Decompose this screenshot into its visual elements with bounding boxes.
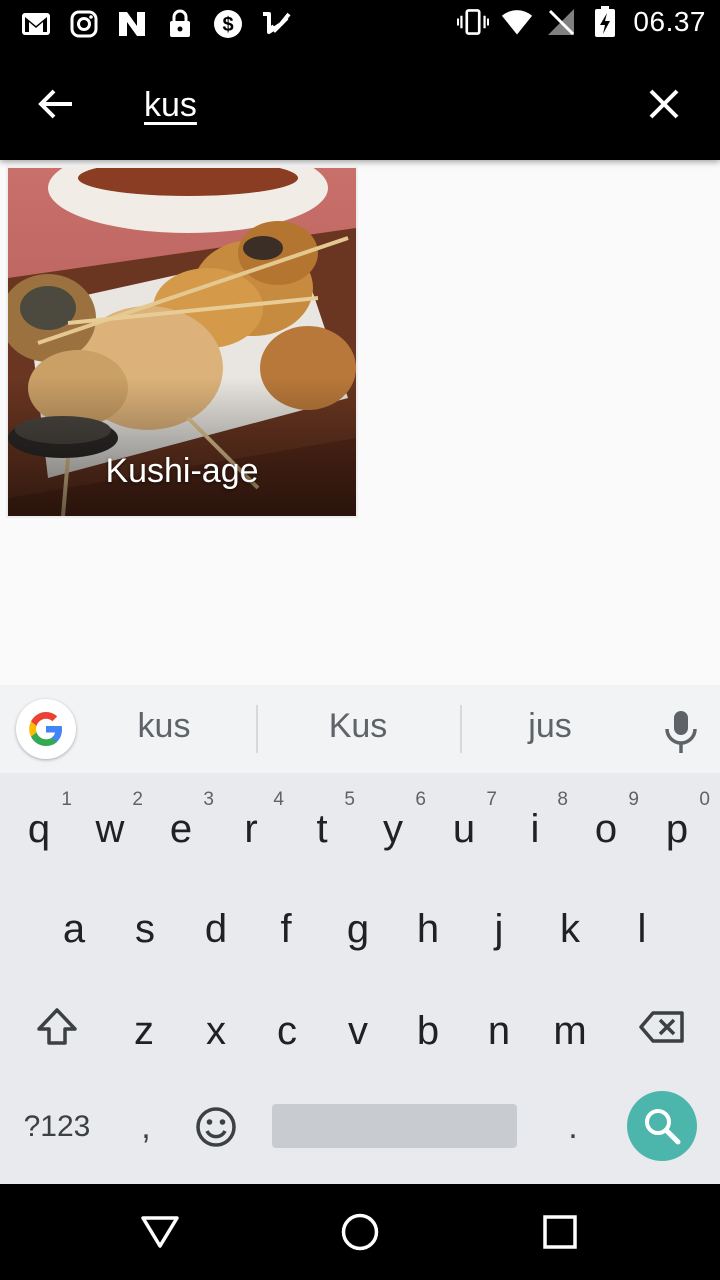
key-q[interactable]: q1 (4, 775, 74, 875)
svg-text:$: $ (222, 14, 233, 36)
nav-home-button[interactable] (336, 1208, 384, 1256)
key-b[interactable]: b (393, 977, 463, 1077)
key-l[interactable]: l (607, 875, 677, 975)
key-m[interactable]: m (535, 977, 605, 1077)
search-action-key[interactable] (627, 1091, 697, 1161)
smiley-icon (196, 1107, 236, 1147)
key-d[interactable]: d (181, 875, 251, 975)
key-h[interactable]: h (393, 875, 463, 975)
search-input[interactable] (144, 78, 604, 132)
microphone-icon[interactable] (656, 707, 706, 757)
key-e[interactable]: e3 (146, 775, 216, 875)
shift-icon (37, 1008, 77, 1045)
key-x[interactable]: x (181, 977, 251, 1077)
key-a[interactable]: a (39, 875, 109, 975)
comma-key[interactable]: , (118, 1085, 174, 1169)
close-icon (649, 89, 679, 119)
shift-key[interactable] (17, 977, 97, 1077)
back-triangle-icon (141, 1216, 179, 1248)
suggestion-divider (460, 705, 462, 753)
vibrate-icon (457, 6, 490, 38)
result-card[interactable]: Kushi-age (8, 168, 356, 516)
suggestion-bar: kus Kus jus (0, 685, 720, 773)
nav-back-button[interactable] (136, 1208, 184, 1256)
navigation-bar (0, 1184, 720, 1280)
suggestion-3[interactable]: jus (470, 707, 630, 746)
lock-icon (164, 8, 196, 40)
search-icon (645, 1109, 681, 1145)
gmail-icon (20, 8, 52, 40)
back-button[interactable] (28, 80, 84, 128)
key-u[interactable]: u7 (429, 775, 499, 875)
arrow-left-icon (38, 89, 72, 119)
suggestion-1[interactable]: kus (84, 707, 244, 746)
emoji-key[interactable] (184, 1085, 248, 1169)
search-toolbar (0, 48, 720, 160)
key-v[interactable]: v (323, 977, 393, 1077)
key-c[interactable]: c (252, 977, 322, 1077)
key-w[interactable]: w2 (75, 775, 145, 875)
key-i[interactable]: i8 (500, 775, 570, 875)
key-s[interactable]: s (110, 875, 180, 975)
dollar-icon: $ (212, 8, 244, 40)
suggestion-divider (256, 705, 258, 753)
period-key[interactable]: . (548, 1085, 598, 1169)
battery-charging-icon (589, 6, 621, 38)
key-t[interactable]: t5 (287, 775, 357, 875)
key-o[interactable]: o9 (571, 775, 641, 875)
key-r[interactable]: r4 (216, 775, 286, 875)
key-j[interactable]: j (464, 875, 534, 975)
key-k[interactable]: k (535, 875, 605, 975)
home-circle-icon (341, 1213, 379, 1251)
recents-square-icon (543, 1215, 577, 1249)
results-grid: Kushi-age (0, 160, 720, 685)
no-signal-icon (545, 6, 577, 38)
result-card-label: Kushi-age (105, 452, 259, 490)
keyboard: kus Kus jus q1 w2 e3 r4 t5 y6 u7 i8 o9 p… (0, 685, 720, 1184)
space-key[interactable] (272, 1104, 517, 1148)
status-bar: $ 06.37 (0, 0, 720, 48)
key-g[interactable]: g (323, 875, 393, 975)
suggestion-2[interactable]: Kus (278, 707, 438, 746)
symbols-key[interactable]: ?123 (14, 1085, 100, 1169)
n-app-icon (116, 8, 148, 40)
wifi-icon (501, 6, 533, 38)
key-p[interactable]: p0 (642, 775, 712, 875)
backspace-icon (639, 1011, 684, 1043)
delete-key[interactable] (622, 977, 702, 1077)
clear-search-button[interactable] (636, 80, 692, 128)
instagram-icon (68, 8, 100, 40)
key-y[interactable]: y6 (358, 775, 428, 875)
clock: 06.37 (633, 6, 706, 37)
key-n[interactable]: n (464, 977, 534, 1077)
nav-recents-button[interactable] (536, 1208, 584, 1256)
google-icon[interactable] (16, 699, 76, 759)
tasks-check-icon (260, 8, 292, 40)
key-f[interactable]: f (251, 875, 321, 975)
key-z[interactable]: z (109, 977, 179, 1077)
